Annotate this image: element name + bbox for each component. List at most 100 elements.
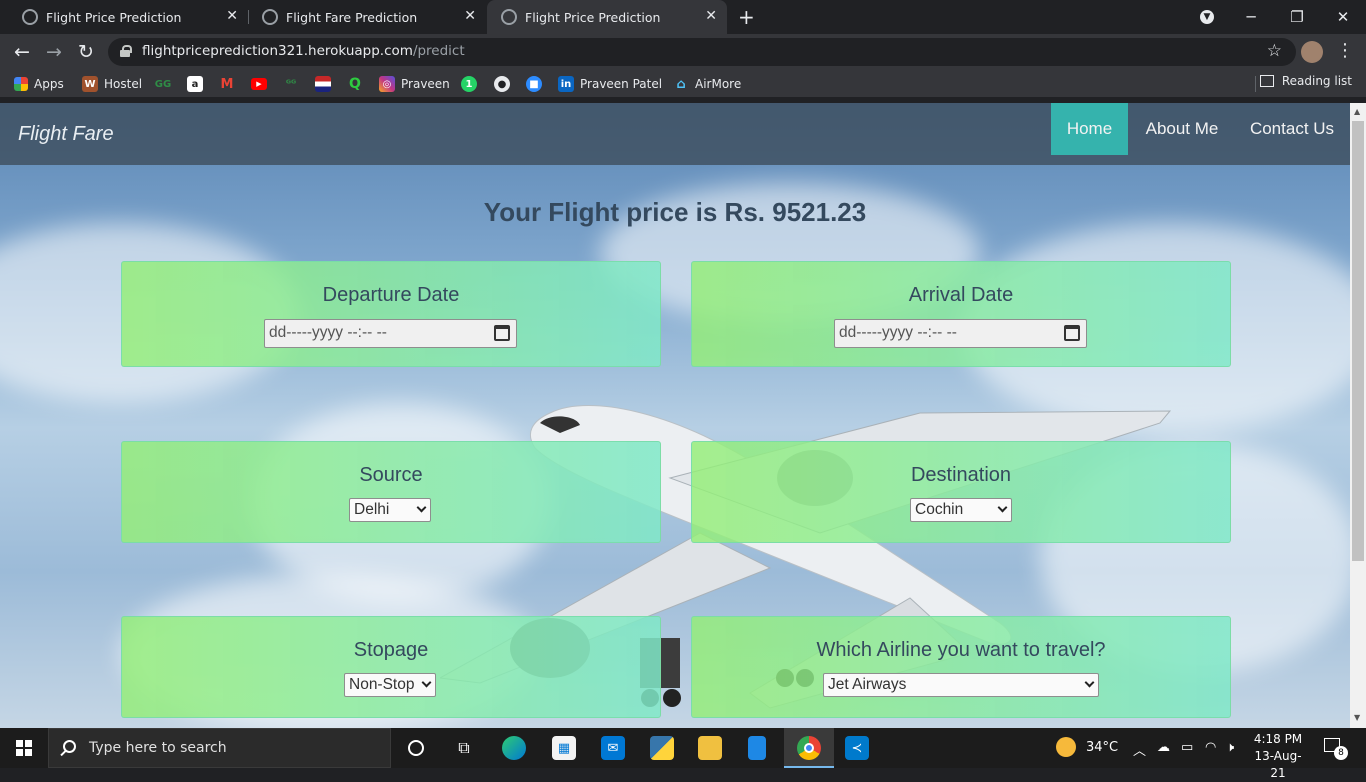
bookmark-amazon[interactable]: a [187,74,209,94]
notifications-icon[interactable]: 8 [1324,738,1348,760]
bookmark-gmail[interactable]: M [219,74,241,94]
taskbar-search[interactable]: Type here to search [48,728,391,768]
new-tab-button[interactable]: + [738,5,755,29]
taskbar-search-placeholder: Type here to search [89,740,227,756]
back-button[interactable]: ← [9,39,35,65]
airline-select[interactable]: Jet Airways [823,673,1099,697]
cloud-sync-icon[interactable]: ☁ [1157,740,1170,755]
bookmark-airmore[interactable]: ⌂ AirMore [673,74,741,94]
battery-icon[interactable]: ▭ [1181,740,1193,755]
file-explorer-icon[interactable] [698,736,722,760]
bookmark-apps[interactable]: Apps [14,74,64,94]
bookmark-instagram[interactable]: ◎ Praveen [379,74,450,94]
close-tab-icon[interactable]: ✕ [705,8,717,24]
url-host: flightpriceprediction321.herokuapp.com [142,43,413,59]
restore-button[interactable]: ❐ [1274,0,1320,34]
instagram-icon: ◎ [379,76,395,92]
browser-tab-3-active[interactable]: Flight Price Prediction ✕ [487,0,727,34]
mail-icon[interactable]: ✉ [601,736,625,760]
task-view-icon[interactable]: ⧉ [452,736,476,760]
volume-mute-icon[interactable]: 🕨 [1226,740,1234,755]
destination-select[interactable]: Cochin [910,498,1012,522]
profile-avatar[interactable] [1301,41,1323,63]
vscode-icon[interactable]: ≺ [845,736,869,760]
chevron-down-icon [1084,677,1095,688]
python-icon[interactable] [650,736,674,760]
temperature-text[interactable]: 34°C [1086,740,1118,755]
bookmark-quora[interactable]: Q [347,74,369,94]
bookmark-hostel[interactable]: W Hostel [82,74,142,94]
cortana-icon[interactable] [404,736,428,760]
arrival-date-input[interactable]: dd-----yyyy --:-- -- [834,319,1087,348]
stopage-select[interactable]: Non-Stop [344,673,436,697]
prediction-result: Your Flight price is Rs. 9521.23 [483,197,867,227]
arrival-date-label: Arrival Date [908,284,1014,306]
bookmark-zoom[interactable]: ■ [526,74,548,94]
bookmark-github[interactable]: ● [494,74,516,94]
windows-start-icon[interactable] [16,740,32,756]
nav-about-me[interactable]: About Me [1132,103,1232,155]
minimize-button[interactable]: ─ [1228,0,1274,34]
source-selected-value: Delhi [354,501,390,518]
browser-menu-icon[interactable]: ⋮ [1336,40,1354,61]
chevron-down-icon [997,502,1008,513]
bookmark-linkedin[interactable]: in Praveen Patel [558,74,662,94]
scrollbar-thumb[interactable] [1352,121,1364,561]
source-select[interactable]: Delhi [349,498,431,522]
airmore-icon: ⌂ [676,76,686,92]
zoom-icon: ■ [526,76,542,92]
gfg-icon: GG [154,78,172,90]
reading-list-button[interactable]: Reading list [1259,74,1352,88]
bookmark-label: Apps [34,77,64,91]
microsoft-store-icon[interactable]: ▦ [552,736,576,760]
reload-button[interactable]: ↻ [73,39,99,65]
phone-link-icon[interactable] [748,736,766,760]
departure-date-input[interactable]: dd-----yyyy --:-- -- [264,319,517,348]
nav-contact-us[interactable]: Contact Us [1240,103,1344,155]
browser-tab-2[interactable]: Flight Fare Prediction ✕ [248,0,486,34]
chevron-down-icon [416,502,427,513]
youtube-icon: ▶ [251,78,267,90]
globe-icon [22,9,38,25]
calendar-icon[interactable] [494,325,510,341]
edge-icon[interactable] [502,736,526,760]
tray-chevron-up-icon[interactable]: ︿ [1133,740,1146,759]
search-icon [63,740,76,753]
scroll-down-icon[interactable]: ▼ [1354,713,1360,722]
bookmark-flag-icon [315,76,331,92]
bookmark-whatsapp[interactable]: 1 [461,74,483,94]
address-bar[interactable]: flightpriceprediction321.herokuapp.com/p… [108,38,1296,66]
wifi-icon[interactable]: ◠ [1205,740,1216,755]
close-window-button[interactable]: ✕ [1320,0,1366,34]
bookmark-star-icon[interactable]: ☆ [1267,41,1282,61]
departure-date-label: Departure Date [322,284,460,306]
weather-icon[interactable] [1056,737,1076,757]
quora-q-icon: Q [349,76,361,92]
departure-date-placeholder: dd-----yyyy --:-- -- [269,324,387,341]
calendar-icon[interactable] [1064,325,1080,341]
browser-tab-1[interactable]: Flight Price Prediction ✕ [8,0,248,34]
nav-home[interactable]: Home [1051,103,1128,155]
lock-icon [120,45,132,57]
url-path: /predict [412,43,465,59]
bookmark-gfg-2[interactable]: ᴳᴳ [283,74,305,94]
scroll-up-icon[interactable]: ▲ [1354,107,1360,116]
bookmarks-divider [1255,76,1256,92]
bookmark-flag[interactable] [315,74,337,94]
chrome-icon[interactable] [797,736,821,760]
close-tab-icon[interactable]: ✕ [464,8,476,24]
github-icon: ● [494,76,510,92]
page-scrollbar[interactable]: ▲ ▼ [1350,103,1366,728]
close-tab-icon[interactable]: ✕ [226,8,238,24]
bookmark-label: AirMore [695,77,742,91]
bookmark-gfg[interactable]: GG [155,74,177,94]
destination-selected-value: Cochin [915,501,964,518]
site-brand[interactable]: Flight Fare [18,123,114,146]
bookmark-youtube[interactable]: ▶ [251,74,273,94]
whatsapp-icon: 1 [461,76,477,92]
forward-button[interactable]: → [41,39,67,65]
tab-title: Flight Price Prediction [46,9,182,25]
taskbar-clock[interactable]: 4:18 PM 13-Aug-21 [1250,731,1306,782]
reading-list-label: Reading list [1281,74,1352,88]
tab-search-icon[interactable]: ▼ [1184,0,1230,34]
